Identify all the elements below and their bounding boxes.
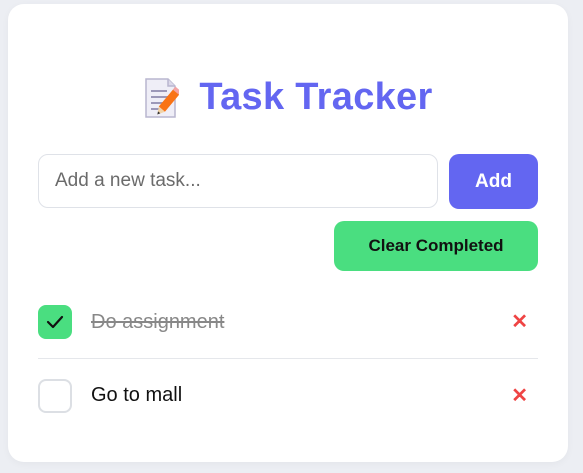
check-icon [46,315,64,329]
close-icon: ✕ [511,311,528,333]
header: Task Tracker [8,76,568,119]
add-task-button[interactable]: Add [449,154,538,209]
page-title: Task Tracker [199,76,433,118]
task-text: Go to mall [91,384,183,406]
close-icon: ✕ [511,384,528,407]
clear-completed-button[interactable]: Clear Completed [334,221,538,271]
task-checkbox[interactable] [38,305,72,339]
memo-icon [143,77,183,119]
task-item: Do assignment ✕ [38,286,538,359]
task-tracker-card: Task Tracker Add Clear Completed Do assi… [8,4,568,462]
new-task-input[interactable] [38,154,438,208]
delete-task-button[interactable]: ✕ [511,386,528,406]
task-item: Go to mall ✕ [38,359,538,432]
task-checkbox[interactable] [38,378,72,413]
delete-task-button[interactable]: ✕ [511,312,528,332]
task-list: Do assignment ✕ Go to mall ✕ [38,286,538,432]
task-text: Do assignment [91,310,225,333]
